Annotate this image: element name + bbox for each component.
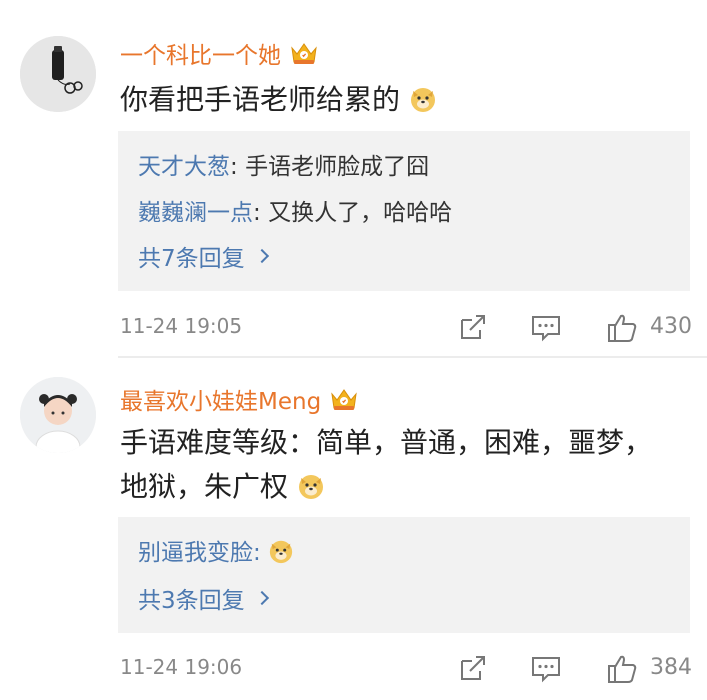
crown-vip-icon xyxy=(329,386,359,412)
reply-box[interactable]: 别逼我变脸: 共3条回复 xyxy=(118,517,690,633)
doge-emoji-icon xyxy=(268,538,294,564)
reply-username[interactable]: 巍巍澜一点 xyxy=(138,200,253,226)
like-count: 384 xyxy=(650,655,692,680)
reply-item[interactable]: 天才大葱: 手语老师脸成了囧 xyxy=(138,147,429,181)
like-count: 430 xyxy=(650,314,692,339)
reply-separator: : xyxy=(253,200,269,226)
username[interactable]: 一个科比一个她 xyxy=(120,36,319,70)
comment-icon[interactable] xyxy=(530,312,562,342)
more-replies-link[interactable]: 共7条回复 xyxy=(138,239,269,273)
avatar[interactable] xyxy=(20,377,96,453)
comment-item: 最喜欢小娃娃Meng 手语难度等级：简单，普通，困难，噩梦， 地狱，朱广权 别逼… xyxy=(0,357,707,700)
reply-text: 又换人了，哈哈哈 xyxy=(268,200,453,226)
reply-username[interactable]: 别逼我变脸: xyxy=(138,540,261,566)
comment-item: 一个科比一个她 你看把手语老师给累的 天才大葱: 手语老师脸成了囧 巍巍澜一点:… xyxy=(0,0,707,357)
like-icon[interactable] xyxy=(606,653,638,685)
username[interactable]: 最喜欢小娃娃Meng xyxy=(120,382,359,416)
like-icon[interactable] xyxy=(606,312,638,344)
chevron-right-icon xyxy=(254,248,269,264)
share-icon[interactable] xyxy=(458,312,488,342)
doge-emoji-icon xyxy=(297,469,325,499)
comment-body: 你看把手语老师给累的 xyxy=(120,83,401,116)
doge-emoji-icon xyxy=(409,82,437,112)
reply-text: 手语老师脸成了囧 xyxy=(245,154,430,180)
comment-text: 你看把手语老师给累的 xyxy=(120,78,685,122)
comment-meta: 11-24 19:06 384 xyxy=(120,653,692,685)
more-replies-link[interactable]: 共3条回复 xyxy=(138,581,269,615)
reply-item[interactable]: 别逼我变脸: xyxy=(138,533,294,567)
reply-username[interactable]: 天才大葱 xyxy=(138,154,230,180)
username-text[interactable]: 最喜欢小娃娃Meng xyxy=(120,382,321,416)
username-text[interactable]: 一个科比一个她 xyxy=(120,36,281,70)
share-icon[interactable] xyxy=(458,653,488,683)
more-replies-label[interactable]: 共3条回复 xyxy=(138,581,245,615)
crown-vip-icon xyxy=(289,40,319,66)
timestamp: 11-24 19:06 xyxy=(120,655,243,679)
avatar[interactable] xyxy=(20,36,96,112)
reply-item[interactable]: 巍巍澜一点: 又换人了，哈哈哈 xyxy=(138,193,452,227)
comment-icon[interactable] xyxy=(530,653,562,683)
comment-text: 手语难度等级：简单，普通，困难，噩梦， 地狱，朱广权 xyxy=(120,421,685,509)
timestamp: 11-24 19:05 xyxy=(120,314,243,338)
reply-separator: : xyxy=(230,154,246,180)
more-replies-label[interactable]: 共7条回复 xyxy=(138,239,245,273)
chevron-right-icon xyxy=(254,590,269,606)
comment-body-line2-wrap: 地狱，朱广权 xyxy=(120,465,685,509)
comment-meta: 11-24 19:05 430 xyxy=(120,312,692,344)
comment-body-line2: 地狱，朱广权 xyxy=(120,470,289,503)
comment-body-line1: 手语难度等级：简单，普通，困难，噩梦， xyxy=(120,426,653,459)
reply-box[interactable]: 天才大葱: 手语老师脸成了囧 巍巍澜一点: 又换人了，哈哈哈 共7条回复 xyxy=(118,131,690,291)
